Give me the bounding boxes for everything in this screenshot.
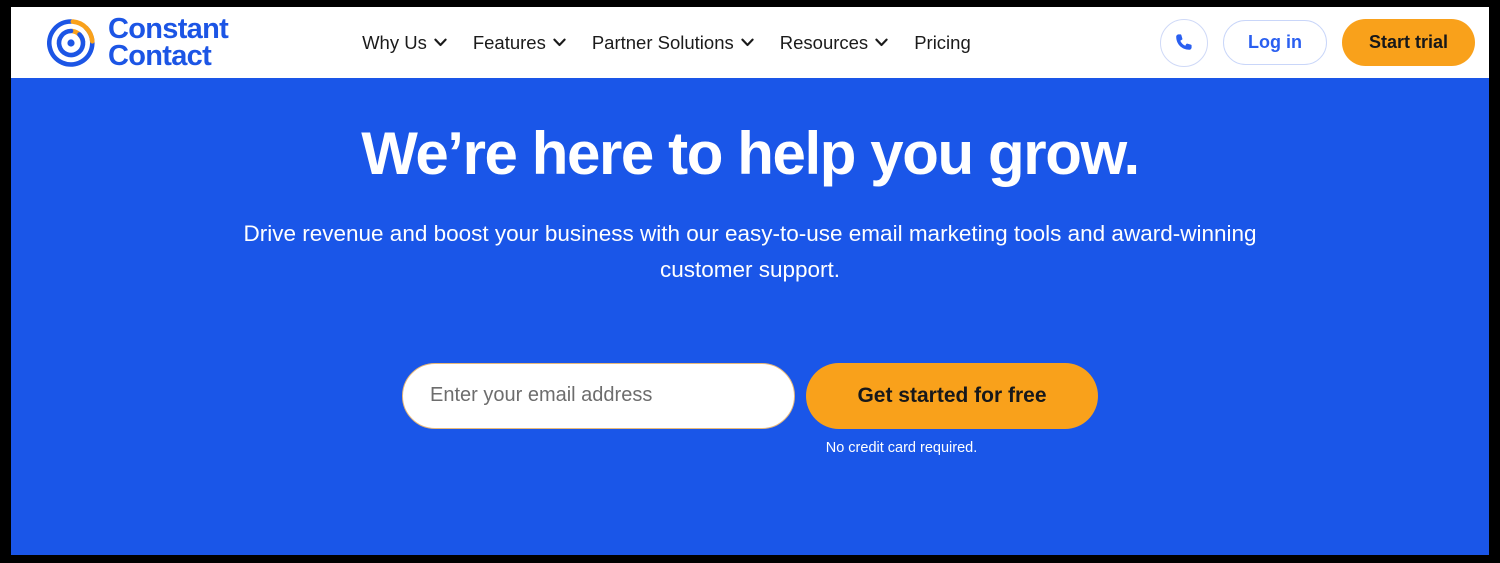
login-button[interactable]: Log in (1222, 20, 1327, 65)
nav-label-partner-solutions: Partner Solutions (591, 31, 734, 53)
no-credit-card-note: No credit card required. (825, 439, 978, 456)
nav-item-features[interactable]: Features (473, 32, 566, 54)
nav-label-resources: Resources (779, 31, 869, 53)
header-actions: Log in Start trial (1159, 18, 1475, 67)
page-root: Constant Contact Why Us Features Partner… (11, 7, 1489, 555)
signup-form: Get started for free (11, 362, 1489, 429)
screenshot-frame: Constant Contact Why Us Features Partner… (0, 0, 1500, 563)
logo[interactable]: Constant Contact (45, 12, 229, 72)
chevron-down-icon (553, 38, 566, 47)
chevron-down-icon (875, 38, 888, 47)
nav-label-features: Features (472, 31, 546, 53)
hero-title: We’re here to help you grow. (361, 120, 1140, 187)
constant-contact-logo-icon (47, 18, 95, 67)
chevron-down-icon (434, 38, 447, 47)
nav-item-partner-solutions[interactable]: Partner Solutions (592, 32, 754, 54)
phone-icon (1176, 34, 1193, 50)
logo-wordmark: Constant Contact (108, 12, 229, 72)
nav-item-pricing[interactable]: Pricing (914, 32, 971, 54)
hero-subtitle: Drive revenue and boost your business wi… (243, 221, 1257, 283)
logo-word-line1: Constant (108, 12, 229, 45)
site-header: Constant Contact Why Us Features Partner… (11, 7, 1489, 78)
nav-label-why-us: Why Us (362, 31, 427, 53)
nav-item-why-us[interactable]: Why Us (362, 32, 447, 54)
nav-label-pricing: Pricing (914, 31, 971, 53)
logo-word-line2: Contact (108, 39, 212, 72)
email-input[interactable] (402, 362, 795, 429)
get-started-button[interactable]: Get started for free (806, 362, 1098, 429)
phone-button[interactable] (1159, 18, 1208, 67)
start-trial-button[interactable]: Start trial (1341, 19, 1475, 66)
primary-nav: Why Us Features Partner Solutions Resour… (362, 32, 971, 54)
chevron-down-icon (741, 38, 754, 47)
nav-item-resources[interactable]: Resources (780, 32, 888, 54)
hero-section: We’re here to help you grow. Drive reven… (11, 78, 1489, 555)
